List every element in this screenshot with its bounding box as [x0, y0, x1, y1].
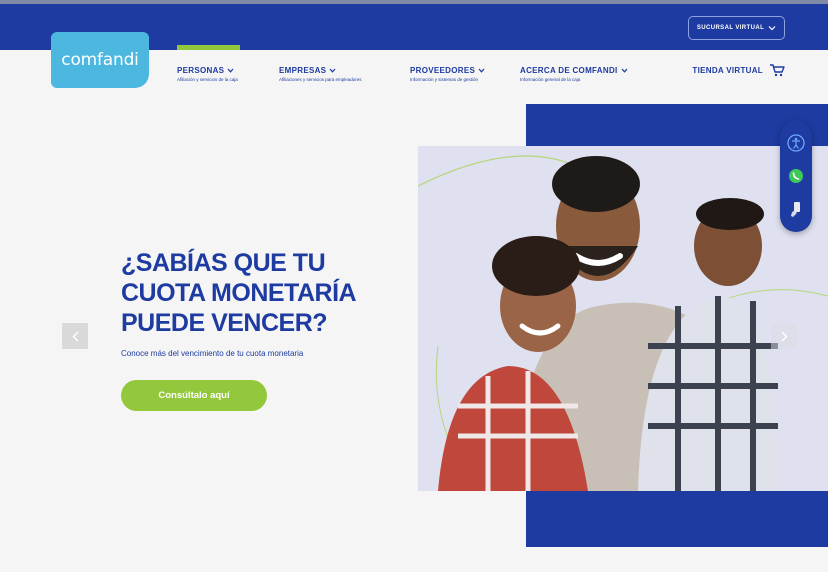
nav-item-label: PERSONAS [177, 66, 225, 75]
chevron-right-icon [781, 331, 787, 341]
hand-phone-icon[interactable] [786, 199, 806, 219]
nav-item-subtitle: Afiliación y servicios de la caja [177, 77, 238, 82]
nav-item-label: PROVEEDORES [410, 66, 476, 75]
floating-side-widget [780, 120, 812, 232]
tienda-virtual-label: TIENDA VIRTUAL [692, 65, 763, 75]
carousel-next-button[interactable] [771, 323, 797, 349]
tienda-virtual-link[interactable]: TIENDA VIRTUAL [692, 63, 785, 77]
carousel-prev-button[interactable] [62, 323, 88, 349]
chevron-down-icon [621, 68, 628, 73]
shopping-cart-icon [770, 64, 785, 77]
whatsapp-icon[interactable] [786, 166, 806, 186]
accessibility-icon[interactable] [786, 133, 806, 153]
chevron-down-icon [768, 26, 776, 31]
nav-item-proveedores[interactable]: PROVEEDORES Información y sistemas de ge… [410, 66, 485, 82]
sucursal-virtual-button[interactable]: SUCURSAL VIRTUAL [688, 16, 785, 40]
nav-active-indicator [177, 45, 240, 50]
nav-item-subtitle: Información general de la caja [520, 77, 581, 82]
hero-headline: ¿SABÍAS QUE TU CUOTA MONETARÍA PUEDE VEN… [121, 249, 356, 337]
nav-item-label: EMPRESAS [279, 66, 327, 75]
chevron-down-icon [329, 68, 336, 73]
nav-item-subtitle: Afiliaciones y servicios para empleadore… [279, 77, 362, 82]
nav-item-personas[interactable]: PERSONAS Afiliación y servicios de la ca… [177, 66, 238, 82]
hero-subtext: Conoce más del vencimiento de tu cuota m… [121, 349, 304, 358]
logo-text: comfandi [61, 50, 139, 70]
nav-item-acerca[interactable]: ACERCA DE COMFANDI Información general d… [520, 66, 628, 82]
nav-item-subtitle: Información y sistemas de gestión [410, 77, 479, 82]
consultalo-button[interactable]: Consúltalo aquí [121, 380, 267, 411]
hero-family-photo [418, 146, 828, 491]
sucursal-virtual-label: SUCURSAL VIRTUAL [696, 25, 765, 31]
chevron-down-icon [227, 68, 234, 73]
comfandi-logo[interactable]: comfandi [51, 32, 149, 88]
nav-item-label: ACERCA DE COMFANDI [520, 66, 618, 75]
chevron-left-icon [72, 331, 78, 341]
chevron-down-icon [478, 68, 485, 73]
nav-item-empresas[interactable]: EMPRESAS Afiliaciones y servicios para e… [279, 66, 362, 82]
